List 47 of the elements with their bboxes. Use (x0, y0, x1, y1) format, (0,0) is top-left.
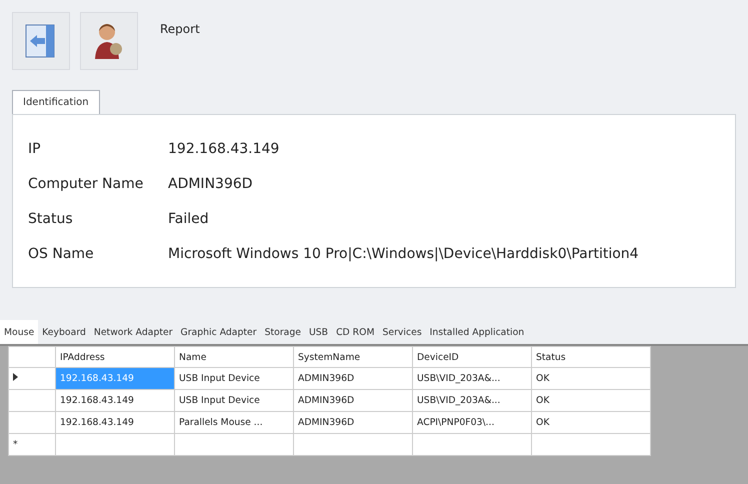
new-row-marker: * (13, 439, 18, 450)
device-tab[interactable]: Keyboard (38, 320, 90, 344)
table-cell: USB Input Device (174, 368, 294, 390)
table-cell: 192.168.43.149 (56, 412, 174, 434)
row-header[interactable] (8, 390, 56, 412)
table-cell: OK (532, 368, 650, 390)
column-header[interactable]: Name (174, 346, 294, 368)
column-header[interactable]: DeviceID (412, 346, 532, 368)
table-cell: USB\VID_203A&... (412, 368, 532, 390)
device-tab[interactable]: CD ROM (332, 320, 378, 344)
field-value: Microsoft Windows 10 Pro|C:\Windows|\Device\Harddisk0\Partition4 (168, 246, 640, 262)
field-label: OS Name (28, 246, 95, 262)
current-row-icon (13, 373, 18, 381)
row-header[interactable] (8, 368, 56, 390)
table-cell: USB Input Device (174, 390, 294, 412)
table-cell: ACPI\PNP0F03\... (412, 412, 532, 434)
user-button[interactable] (80, 12, 138, 70)
table-cell: ADMIN396D (294, 390, 412, 412)
field-value: 192.168.43.149 (168, 140, 280, 156)
field-value: Failed (168, 210, 210, 226)
field-label: Computer Name (28, 176, 144, 192)
device-tab[interactable]: Network Adapter (90, 320, 177, 344)
column-header[interactable]: Status (532, 346, 650, 368)
device-tab[interactable]: Installed Application (426, 320, 528, 344)
table-cell: OK (532, 412, 650, 434)
table-cell: Parallels Mouse ... (174, 412, 294, 434)
table-cell: ADMIN396D (294, 368, 412, 390)
device-tab[interactable]: Graphic Adapter (176, 320, 261, 344)
field-label: IP (28, 140, 42, 156)
table-cell: 192.168.43.149 (56, 368, 174, 390)
row-header[interactable] (8, 412, 56, 434)
device-tab[interactable]: Mouse (0, 320, 38, 344)
device-tab[interactable]: USB (304, 320, 332, 344)
back-button[interactable] (12, 12, 70, 70)
column-header[interactable]: SystemName (294, 346, 412, 368)
table-cell: 192.168.43.149 (56, 390, 174, 412)
field-label: Status (28, 210, 74, 226)
device-tab[interactable]: Storage (260, 320, 305, 344)
corner-cell (8, 346, 56, 368)
identification-tab[interactable]: Identification (12, 90, 100, 114)
report-title: Report (160, 22, 200, 36)
table-cell: ADMIN396D (294, 412, 412, 434)
field-value: ADMIN396D (168, 176, 254, 192)
column-header[interactable]: IPAddress (56, 346, 174, 368)
device-tab[interactable]: Services (378, 320, 426, 344)
table-cell: USB\VID_203A&... (412, 390, 532, 412)
table-cell: OK (532, 390, 650, 412)
